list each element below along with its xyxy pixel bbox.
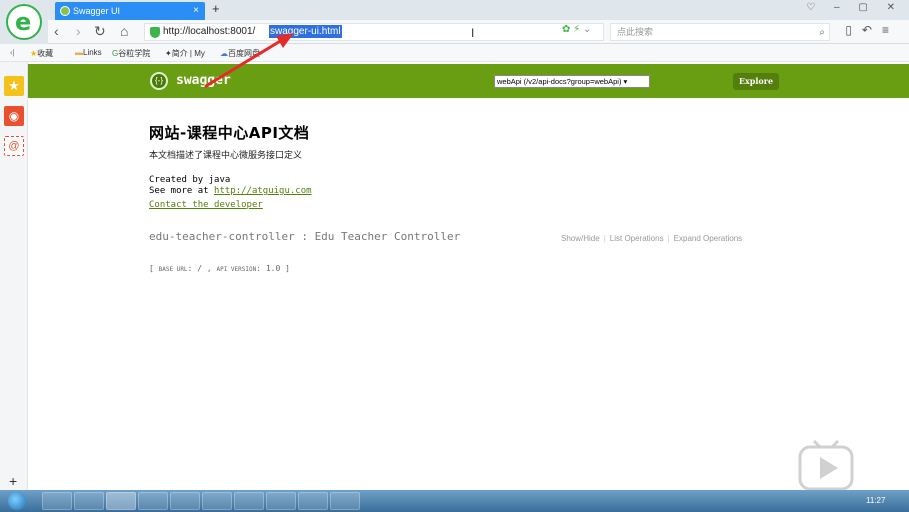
api-version-value: 1.0 [265, 264, 281, 273]
text-cursor-icon: I [471, 26, 475, 40]
controller-heading[interactable]: edu-teacher-controller : Edu Teacher Con… [149, 230, 460, 243]
base-url-value: / [197, 264, 203, 273]
cloud-icon: ☁ [220, 49, 228, 58]
url-prefix: http://localhost:8001/ [163, 26, 256, 37]
tab-favicon-icon [60, 6, 70, 16]
taskbar-clock[interactable]: 11:27 [866, 496, 885, 505]
secure-shield-icon [150, 27, 160, 38]
contact-developer-link[interactable]: Contact the developer [149, 200, 263, 210]
search-icon[interactable]: ⌕ [819, 25, 825, 41]
bookmarks-bar: ‹| ★收藏 ▬Links G谷粒学院 ✦简介 | My ☁百度网盘- [0, 44, 909, 62]
taskbar-app[interactable] [170, 492, 200, 510]
tab-title: Swagger UI [73, 6, 121, 16]
weibo-icon[interactable]: ◉ [4, 106, 24, 126]
taskbar-app[interactable] [298, 492, 328, 510]
api-title: 网站-课程中心API文档 [149, 124, 310, 142]
email-icon[interactable]: @ [4, 136, 24, 156]
sidebar-add-button[interactable]: + [9, 473, 17, 489]
api-group-select[interactable]: webApi (/v2/api-docs?group=webApi) ▾ [494, 75, 650, 88]
taskbar-app-intellij[interactable] [42, 492, 72, 510]
taskbar-app[interactable] [202, 492, 232, 510]
bookmark-item[interactable]: ▬Links [75, 48, 102, 57]
home-button[interactable]: ⌂ [120, 23, 128, 39]
address-bar[interactable]: http://localhost:8001/ swagger-ui.html I [144, 23, 604, 41]
swagger-logo-icon: {-} [150, 72, 168, 90]
tab-close-icon[interactable]: × [193, 2, 199, 20]
swagger-header: {-} swagger webApi (/v2/api-docs?group=w… [28, 64, 909, 98]
created-by: Created by java [149, 175, 231, 185]
site-icon: ✦ [165, 49, 172, 58]
base-url-info: [ BASE URL: / , API VERSION: 1.0 ] [149, 264, 290, 273]
tab-swagger-ui[interactable]: Swagger UI × [55, 2, 205, 20]
forward-button[interactable]: › [76, 23, 81, 39]
browser-logo-icon: e [6, 4, 42, 40]
browser-logo-area: e [0, 0, 48, 44]
see-more-prefix: See more at [149, 186, 215, 196]
taskbar-app[interactable] [330, 492, 360, 510]
swagger-title: swagger [176, 73, 231, 88]
address-extension-icons[interactable]: ✿ ⚡ ⌄ [562, 24, 591, 35]
bookmark-item[interactable]: ✦简介 | My [165, 48, 205, 59]
base-url-label: BASE URL [158, 266, 188, 273]
list-operations-link[interactable]: List Operations [610, 234, 664, 243]
folder-icon: ▬ [75, 48, 83, 57]
separator: | [603, 234, 606, 243]
new-tab-button[interactable]: + [212, 1, 220, 16]
windows-taskbar: 11:27 [0, 490, 909, 512]
separator: | [667, 234, 670, 243]
url-selected-text: swagger-ui.html [269, 25, 342, 38]
back-button[interactable]: ‹ [54, 23, 59, 39]
bookmarks-toggle-icon[interactable]: ‹| [10, 48, 15, 57]
search-input[interactable]: 点此搜索 ⌕ [610, 23, 830, 41]
api-version-label: API VERSION [216, 266, 257, 273]
bookmark-item[interactable]: ★收藏 [30, 48, 53, 59]
expand-operations-link[interactable]: Expand Operations [674, 234, 743, 243]
show-hide-link[interactable]: Show/Hide [561, 234, 600, 243]
taskbar-app[interactable] [138, 492, 168, 510]
api-description: 本文档描述了课程中心微服务接口定义 [149, 150, 303, 160]
taskbar-app[interactable] [266, 492, 296, 510]
toolbar-right-icons[interactable]: ▯↶≡ [845, 23, 899, 37]
bookmark-item[interactable]: ☁百度网盘- [220, 48, 263, 59]
window-controls[interactable]: ♡ – ▢ ✕ [806, 2, 903, 13]
see-more-link[interactable]: http://atguigu.com [214, 186, 312, 196]
start-button[interactable] [8, 492, 26, 510]
see-more-line: See more at http://atguigu.com [149, 186, 312, 196]
bookmark-item[interactable]: G谷粒学院 [112, 48, 150, 59]
explore-button[interactable]: Explore [733, 73, 779, 90]
address-toolbar: ‹ › ↻ ⌂ http://localhost:8001/ swagger-u… [48, 20, 909, 44]
operations-links: Show/Hide | List Operations | Expand Operati… [561, 234, 742, 243]
reload-button[interactable]: ↻ [94, 23, 106, 40]
taskbar-app-word[interactable] [234, 492, 264, 510]
taskbar-app-browser[interactable] [106, 492, 136, 510]
taskbar-app-vscode[interactable] [74, 492, 104, 510]
search-placeholder: 点此搜索 [617, 27, 654, 37]
browser-sidebar: ★ ◉ @ + [0, 62, 28, 490]
favorites-star-icon[interactable]: ★ [4, 76, 24, 96]
svg-text:e: e [15, 8, 31, 36]
